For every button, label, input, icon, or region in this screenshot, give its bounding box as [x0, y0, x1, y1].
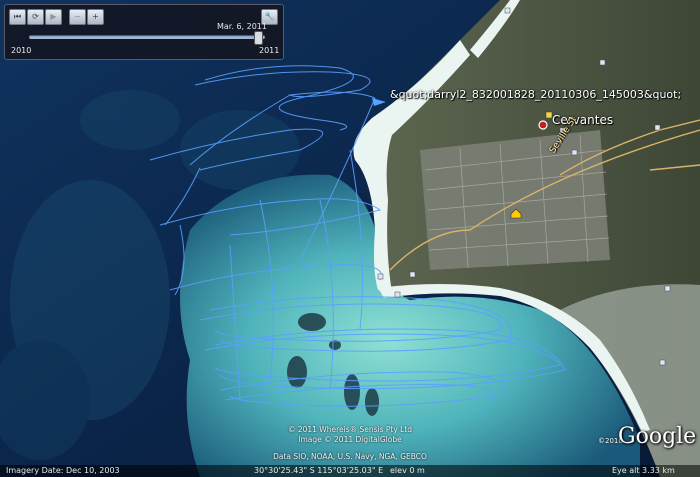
time-slider-start-label: 2010 [11, 46, 32, 55]
time-slider-end-label: 2011 [259, 46, 280, 55]
skip-back-button[interactable]: ⏮ [9, 9, 26, 25]
town-label[interactable]: Cervantes [552, 113, 613, 127]
time-slider-thumb[interactable] [253, 31, 263, 45]
zoom-in-button[interactable]: + [87, 9, 104, 25]
attribution-line-2: Image © 2011 DigitalGlobe [298, 435, 402, 444]
imagery-date: Imagery Date: Dec 10, 2003 [6, 466, 120, 475]
satellite-map[interactable]: ⏮ ⟳ ▶ − + 🔧 Mar. 6, 2011 2010 2011 &quot… [0, 0, 700, 477]
map-imagery[interactable] [0, 0, 700, 477]
coordinates-readout: 30°30'25.43" S 115°03'25.03" E [254, 466, 384, 475]
history-button[interactable]: ⟳ [27, 9, 44, 25]
attribution-line-3: Data SIO, NOAA, U.S. Navy, NGA, GEBCO [273, 452, 427, 461]
zoom-out-button[interactable]: − [69, 9, 86, 25]
town-grid [420, 130, 610, 270]
time-slider-panel: ⏮ ⟳ ▶ − + 🔧 Mar. 6, 2011 2010 2011 [4, 4, 284, 60]
attribution-line-1: © 2011 Whereis® Sensis Pty Ltd [287, 425, 413, 434]
status-bar: Imagery Date: Dec 10, 2003 30°30'25.43" … [0, 465, 700, 477]
eye-altitude-readout: Eye alt 3.33 km [612, 466, 675, 475]
elevation-readout: elev 0 m [390, 466, 425, 475]
time-slider-track[interactable] [29, 35, 265, 39]
google-logo: Google [618, 424, 697, 449]
time-slider-date: Mar. 6, 2011 [217, 22, 267, 31]
track-name-label[interactable]: &quot;darryl2_832001828_20110306_145003&… [390, 88, 681, 101]
play-button[interactable]: ▶ [45, 9, 62, 25]
